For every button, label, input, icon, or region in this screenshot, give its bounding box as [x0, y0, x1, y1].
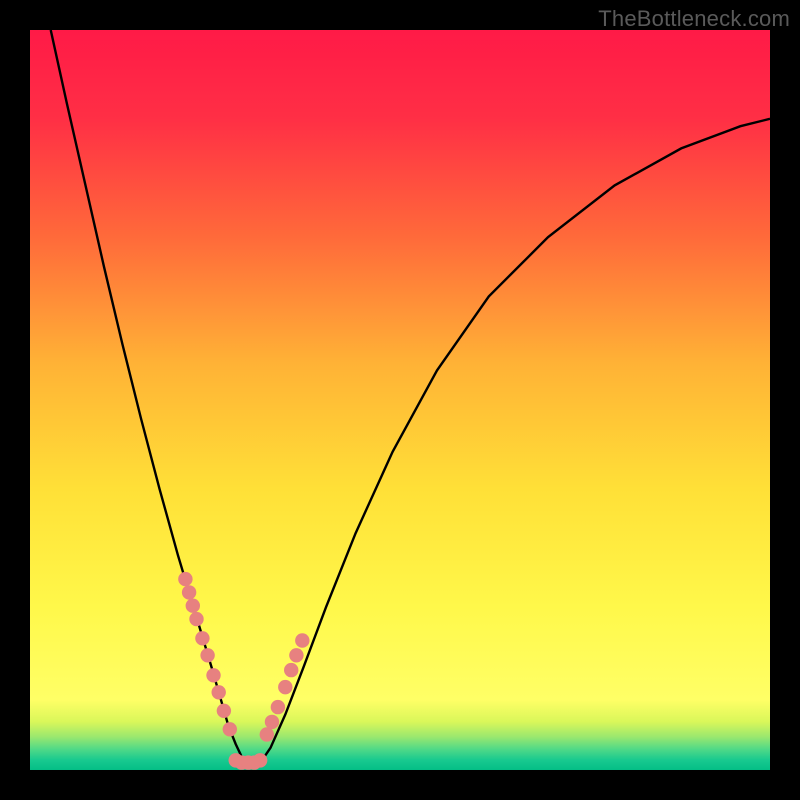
data-dot	[271, 700, 285, 714]
data-dot	[195, 631, 209, 645]
data-dot	[178, 572, 192, 586]
watermark-text: TheBottleneck.com	[598, 6, 790, 32]
data-dot	[223, 722, 237, 736]
data-dot	[186, 599, 200, 613]
gradient-background	[30, 30, 770, 770]
data-dot	[217, 704, 231, 718]
plot-area	[30, 30, 770, 770]
data-dot	[206, 668, 220, 682]
data-dot	[284, 663, 298, 677]
data-dot	[265, 715, 279, 729]
data-dot	[295, 633, 309, 647]
data-dot	[212, 685, 226, 699]
data-dot	[253, 753, 267, 767]
data-dot	[182, 585, 196, 599]
chart-frame: TheBottleneck.com	[0, 0, 800, 800]
dot-cluster-bottom	[229, 753, 268, 770]
data-dot	[278, 680, 292, 694]
data-dot	[189, 612, 203, 626]
plot-svg	[30, 30, 770, 770]
data-dot	[289, 648, 303, 662]
data-dot	[260, 727, 274, 741]
data-dot	[200, 648, 214, 662]
